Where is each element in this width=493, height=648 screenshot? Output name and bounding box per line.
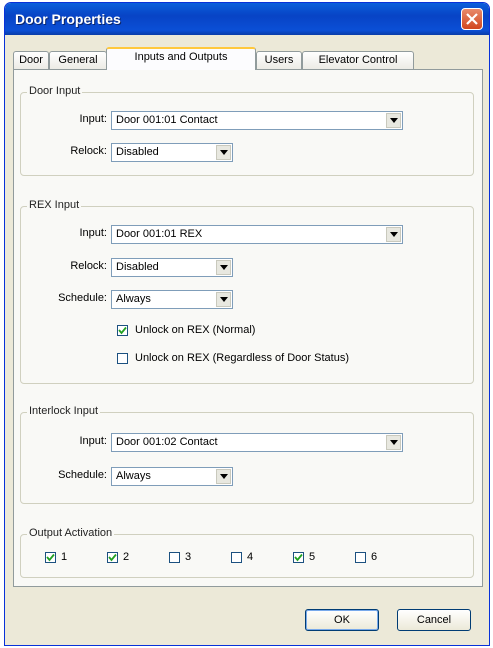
chevron-down-icon	[220, 265, 228, 270]
chevron-down-icon	[220, 150, 228, 155]
output-3-checkbox[interactable]	[169, 552, 180, 563]
tab-inputs-and-outputs[interactable]: Inputs and Outputs	[106, 47, 256, 70]
rex-input-select[interactable]: Door 001:01 REX	[111, 225, 403, 244]
interlock-schedule-select[interactable]: Always	[111, 467, 233, 486]
rex-schedule-label: Schedule:	[58, 292, 107, 304]
output-activation-legend: Output Activation	[27, 527, 115, 539]
rex-input-group: REX Input Input: Door 001:01 REX Relock:…	[20, 199, 474, 384]
checkmark-icon	[46, 553, 55, 562]
unlock-on-rex-regardless-checkbox[interactable]	[117, 353, 128, 364]
window-title: Door Properties	[15, 11, 121, 27]
checkmark-icon	[294, 553, 303, 562]
output-2-label: 2	[123, 551, 130, 563]
output-5-checkbox[interactable]	[293, 552, 304, 563]
door-relock-select[interactable]: Disabled	[111, 143, 233, 162]
dropdown-arrow[interactable]	[216, 292, 231, 307]
tab-label: General	[58, 54, 98, 66]
chevron-down-icon	[220, 297, 228, 302]
rex-input-legend: REX Input	[27, 199, 82, 211]
door-input-legend: Door Input	[27, 85, 83, 97]
output-activation-group: Output Activation 1 2 3 4 5 6	[20, 527, 474, 578]
rex-relock-value: Disabled	[116, 261, 159, 273]
interlock-input-label: Input:	[79, 435, 107, 447]
tab-strip: Door General Inputs and Outputs Users El…	[13, 45, 487, 70]
chevron-down-icon	[390, 440, 398, 445]
output-1-checkbox[interactable]	[45, 552, 56, 563]
unlock-on-rex-normal-label: Unlock on REX (Normal)	[135, 324, 256, 336]
rex-relock-select[interactable]: Disabled	[111, 258, 233, 277]
chevron-down-icon	[390, 118, 398, 123]
rex-relock-label: Relock:	[70, 260, 107, 272]
output-4-checkbox[interactable]	[231, 552, 242, 563]
rex-input-value: Door 001:01 REX	[116, 228, 203, 240]
dropdown-arrow[interactable]	[216, 260, 231, 275]
interlock-input-legend: Interlock Input	[27, 405, 101, 417]
dropdown-arrow[interactable]	[216, 469, 231, 484]
door-relock-label: Relock:	[70, 145, 107, 157]
tab-label: Door	[19, 54, 43, 66]
door-relock-value: Disabled	[116, 146, 159, 158]
tab-users[interactable]: Users	[256, 51, 302, 69]
door-properties-window: Door Properties Door General Inputs and …	[4, 2, 490, 646]
door-input-value: Door 001:01 Contact	[116, 114, 218, 126]
title-bar: Door Properties	[5, 3, 489, 35]
close-icon	[466, 13, 478, 25]
cancel-button[interactable]: Cancel	[397, 609, 471, 631]
tab-label: Elevator Control	[318, 54, 398, 66]
rex-schedule-select[interactable]: Always	[111, 290, 233, 309]
dropdown-arrow[interactable]	[386, 435, 401, 450]
interlock-schedule-value: Always	[116, 470, 151, 482]
door-input-group: Door Input Input: Door 001:01 Contact Re…	[20, 85, 474, 176]
dropdown-arrow[interactable]	[386, 227, 401, 242]
chevron-down-icon	[220, 474, 228, 479]
output-2-checkbox[interactable]	[107, 552, 118, 563]
interlock-input-value: Door 001:02 Contact	[116, 436, 218, 448]
interlock-input-select[interactable]: Door 001:02 Contact	[111, 433, 403, 452]
tab-general[interactable]: General	[49, 51, 107, 69]
dropdown-arrow[interactable]	[386, 113, 401, 128]
tab-door[interactable]: Door	[13, 51, 49, 69]
rex-schedule-value: Always	[116, 293, 151, 305]
door-input-select[interactable]: Door 001:01 Contact	[111, 111, 403, 130]
output-6-label: 6	[371, 551, 378, 563]
interlock-schedule-label: Schedule:	[58, 469, 107, 481]
checkmark-icon	[118, 326, 127, 335]
tab-elevator-control[interactable]: Elevator Control	[302, 51, 414, 69]
output-3-label: 3	[185, 551, 192, 563]
dropdown-arrow[interactable]	[216, 145, 231, 160]
chevron-down-icon	[390, 232, 398, 237]
close-button[interactable]	[461, 8, 483, 30]
output-6-checkbox[interactable]	[355, 552, 366, 563]
door-input-label: Input:	[79, 113, 107, 125]
output-1-label: 1	[61, 551, 68, 563]
rex-input-label: Input:	[79, 227, 107, 239]
unlock-on-rex-normal-checkbox[interactable]	[117, 325, 128, 336]
tab-label: Users	[264, 54, 294, 66]
tab-label: Inputs and Outputs	[134, 51, 228, 63]
ok-button[interactable]: OK	[305, 609, 379, 631]
output-5-label: 5	[309, 551, 316, 563]
unlock-on-rex-regardless-label: Unlock on REX (Regardless of Door Status…	[135, 352, 349, 364]
checkmark-icon	[108, 553, 117, 562]
tab-panel: Door Input Input: Door 001:01 Contact Re…	[13, 69, 483, 587]
interlock-input-group: Interlock Input Input: Door 001:02 Conta…	[20, 405, 474, 504]
output-4-label: 4	[247, 551, 254, 563]
